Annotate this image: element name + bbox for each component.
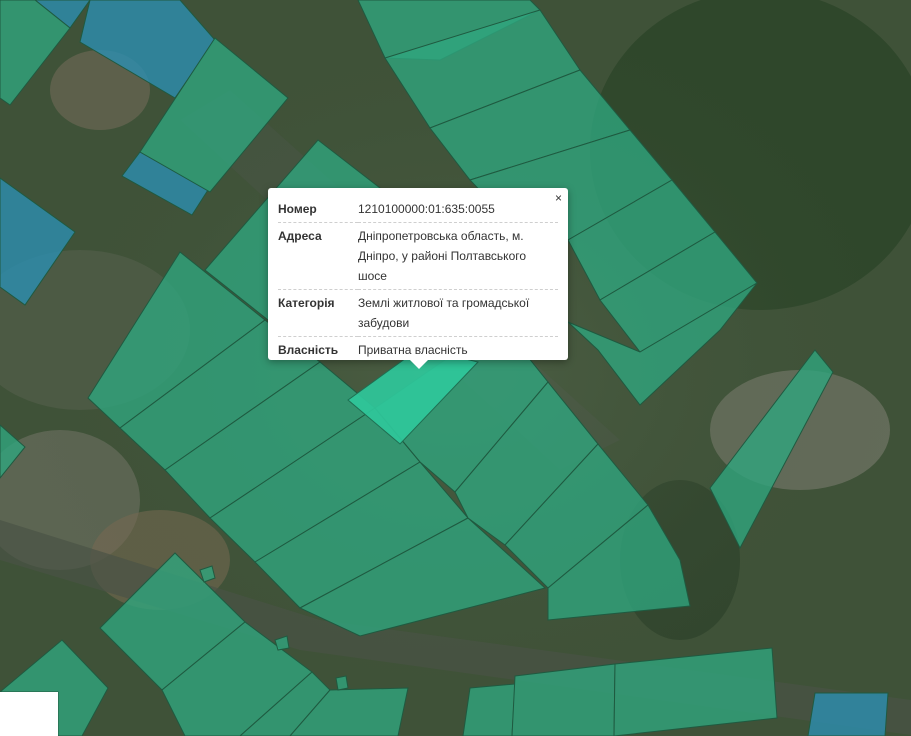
parcel[interactable]	[511, 663, 616, 736]
parcel-info-table: Номер 1210100000:01:635:0055 Адреса Дніп…	[278, 196, 558, 363]
parcel[interactable]	[807, 692, 889, 736]
info-value: Землі житлової та громадської забудови	[358, 296, 530, 330]
info-value: Дніпропетровська область, м. Дніпро, у р…	[358, 229, 527, 283]
map-corner-panel	[0, 692, 58, 736]
parcel[interactable]	[462, 683, 516, 736]
close-icon[interactable]: ×	[555, 191, 562, 205]
info-label: Категорія	[278, 296, 335, 310]
info-label: Номер	[278, 202, 317, 216]
parcel[interactable]	[335, 675, 349, 691]
popup-pointer	[410, 360, 428, 369]
info-label: Власність	[278, 343, 339, 357]
parcel-info-popup: × Номер 1210100000:01:635:0055 Адреса Дн…	[268, 188, 568, 369]
info-label: Адреса	[278, 229, 322, 243]
info-row-number: Номер 1210100000:01:635:0055	[278, 196, 558, 223]
info-value: 1210100000:01:635:0055	[358, 202, 495, 216]
info-value: Приватна власність	[358, 343, 468, 357]
info-row-address: Адреса Дніпропетровська область, м. Дніп…	[278, 223, 558, 290]
info-row-category: Категорія Землі житлової та громадської …	[278, 290, 558, 337]
cadastral-map[interactable]	[0, 0, 911, 736]
